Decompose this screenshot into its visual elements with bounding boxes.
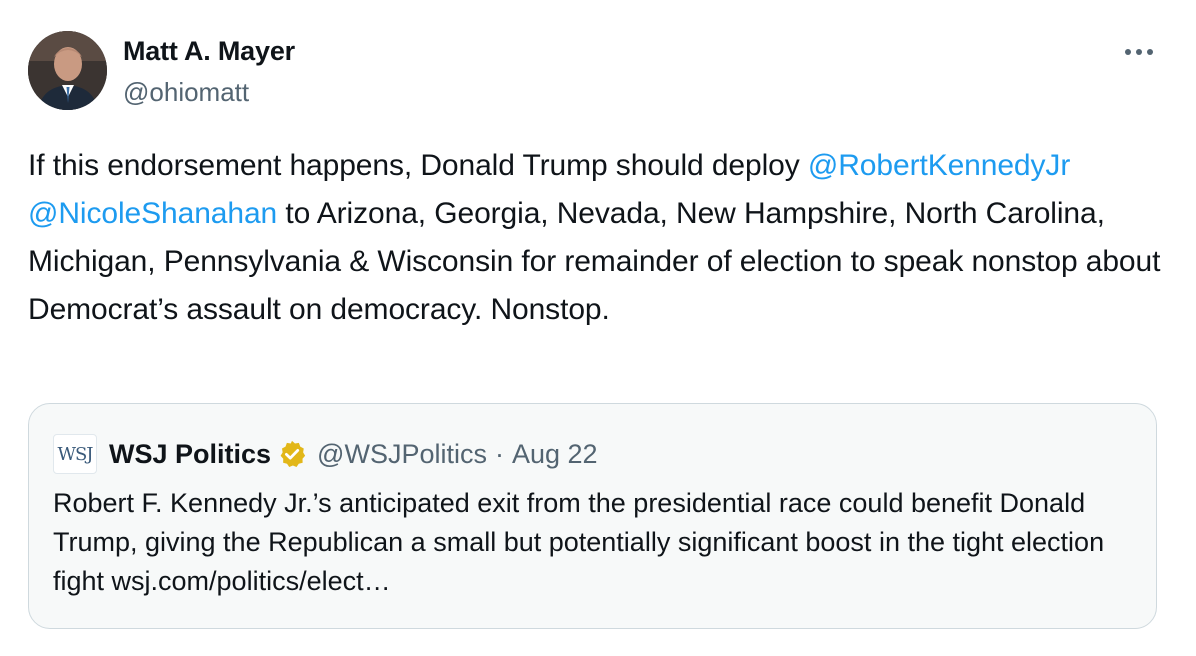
quoted-tweet-card[interactable]: WSJ WSJ Politics @WSJPolitics · Aug 22 R… — [28, 403, 1157, 629]
mention-robertkennedyjr[interactable]: @RobertKennedyJr — [808, 149, 1070, 182]
mention-nicoleshanahan[interactable]: @NicoleShanahan — [28, 197, 277, 230]
quoted-author-name[interactable]: WSJ Politics — [109, 439, 271, 470]
tweet: Matt A. Mayer @ohiomatt If this endorsem… — [0, 0, 1196, 656]
more-options-button[interactable] — [1120, 38, 1158, 66]
tweet-text-part1: If this endorsement happens, Donald Trum… — [28, 149, 808, 182]
wsj-logo-avatar[interactable]: WSJ — [53, 434, 97, 474]
author-display-name[interactable]: Matt A. Mayer — [123, 36, 295, 67]
author-handle[interactable]: @ohiomatt — [123, 77, 249, 108]
quoted-author-handle[interactable]: @WSJPolitics — [317, 439, 487, 470]
more-horizontal-icon — [1125, 49, 1153, 55]
quoted-tweet-date[interactable]: Aug 22 — [512, 439, 598, 470]
separator-dot: · — [494, 438, 504, 469]
quoted-tweet-text: Robert F. Kennedy Jr.’s anticipated exit… — [53, 488, 1105, 596]
quoted-tweet-header: WSJ WSJ Politics @WSJPolitics · Aug 22 — [53, 434, 598, 474]
avatar[interactable] — [28, 31, 107, 110]
verified-badge-icon — [280, 440, 306, 467]
avatar-image — [28, 31, 107, 110]
tweet-text: If this endorsement happens, Donald Trum… — [28, 142, 1168, 334]
